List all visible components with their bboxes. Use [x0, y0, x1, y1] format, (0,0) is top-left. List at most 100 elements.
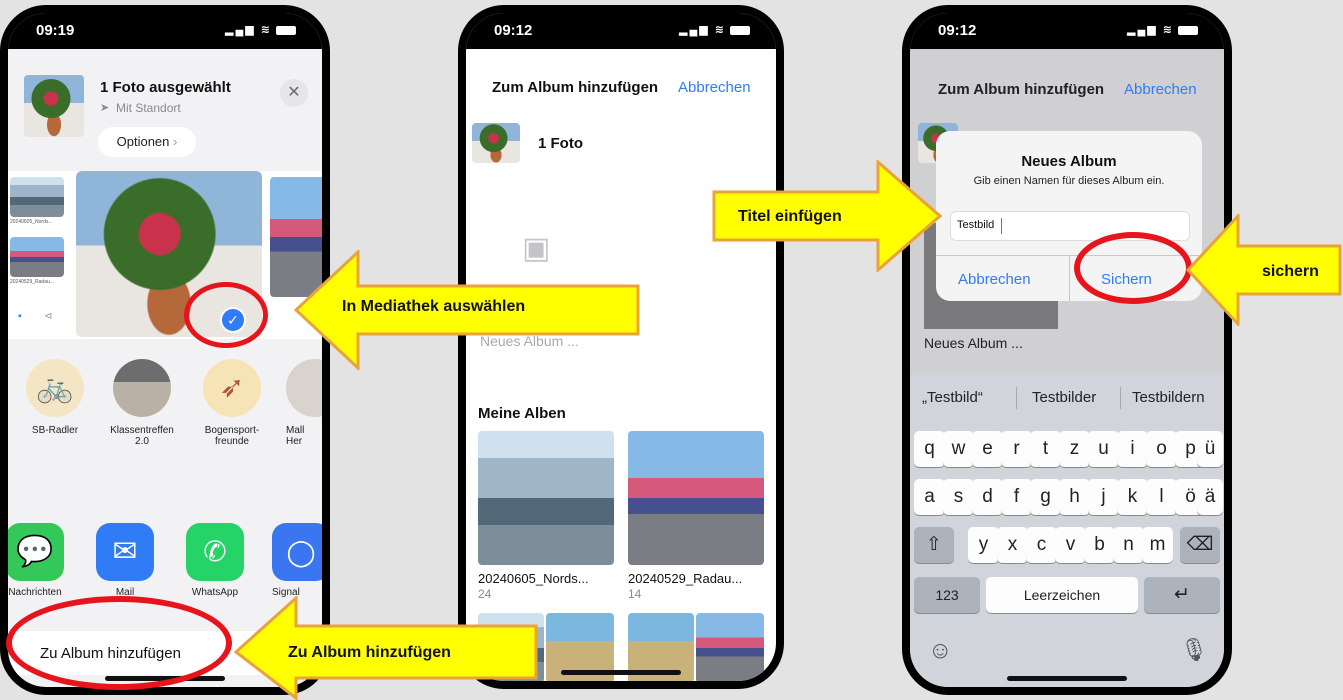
album-item[interactable]: 20240529_Radau... 14 — [628, 431, 764, 601]
space-key[interactable]: Leerzeichen — [986, 577, 1138, 613]
key-r[interactable]: r — [1001, 431, 1032, 467]
suggestion-divider — [1016, 387, 1017, 409]
key-b[interactable]: b — [1084, 527, 1115, 563]
signal-wifi-battery-icon: ▂▄▆ ≋ — [225, 23, 296, 36]
key-v[interactable]: v — [1055, 527, 1086, 563]
album-cover[interactable] — [696, 613, 764, 681]
contact-name: SB-Radler — [31, 425, 79, 436]
key-d[interactable]: d — [972, 479, 1003, 515]
key-k[interactable]: k — [1117, 479, 1148, 515]
home-indicator — [561, 670, 681, 675]
suggestion-item[interactable]: „Testbild“ — [922, 389, 983, 406]
photo-thumbnail-label: 20240605_Nords... — [10, 219, 53, 225]
key-n[interactable]: n — [1113, 527, 1144, 563]
status-time: 09:12 — [938, 22, 977, 39]
key-x[interactable]: x — [997, 527, 1028, 563]
status-time: 09:12 — [494, 22, 533, 39]
highlight-ring — [6, 596, 232, 690]
key-g[interactable]: g — [1030, 479, 1061, 515]
contacts-row: 🚲 SB-Radler Klassentreffen 2.0 ➶ Bogensp… — [8, 353, 322, 493]
shift-key-icon[interactable]: ⇧ — [914, 527, 954, 563]
app-name: Nachrichten — [8, 587, 62, 598]
photo-thumbnail[interactable] — [10, 177, 64, 217]
key-w[interactable]: w — [943, 431, 974, 467]
key-j[interactable]: j — [1088, 479, 1119, 515]
dialog-divider — [1069, 255, 1070, 301]
key-m[interactable]: m — [1142, 527, 1173, 563]
backspace-key-icon[interactable]: ⌫ — [1180, 527, 1220, 563]
numbers-key[interactable]: 123 — [914, 577, 980, 613]
key-a[interactable]: a — [914, 479, 945, 515]
suggestion-item[interactable]: Testbilder — [1032, 389, 1096, 406]
new-album-label: Neues Album ... — [924, 335, 1023, 351]
key-h[interactable]: h — [1059, 479, 1090, 515]
contact-item[interactable]: Mall Her — [286, 359, 322, 479]
home-indicator — [1007, 676, 1127, 681]
album-count: 14 — [628, 587, 642, 601]
album-name: 20240529_Radau... — [628, 571, 743, 586]
signal-wifi-battery-icon: ▂▄▆ ≋ — [1127, 23, 1198, 36]
bow-arrow-avatar-icon: ➶ — [203, 359, 261, 417]
signal-app-icon: ◯ — [272, 523, 322, 581]
key-y[interactable]: y — [968, 527, 999, 563]
album-item[interactable]: 20240605_Nords... 24 — [478, 431, 614, 601]
photo-thumbnail[interactable] — [10, 237, 64, 277]
status-time: 09:19 — [36, 22, 75, 39]
dialog-cancel-button[interactable]: Abbrechen — [958, 271, 1031, 288]
share-title: 1 Foto ausgewählt — [100, 79, 231, 96]
callout-label: In Mediathek auswählen — [342, 298, 526, 315]
bicycle-avatar-icon: 🚲 — [26, 359, 84, 417]
contact-item[interactable]: Klassentreffen 2.0 — [104, 359, 180, 479]
location-icon: ➤ — [100, 102, 110, 114]
section-title: Meine Alben — [478, 405, 566, 422]
return-key-icon[interactable]: ↵ — [1144, 577, 1220, 613]
key-u[interactable]: u — [1088, 431, 1119, 467]
share-subtitle: Mit Standort — [116, 101, 181, 115]
key-e[interactable]: e — [972, 431, 1003, 467]
key-i[interactable]: i — [1117, 431, 1148, 467]
suggestion-divider — [1120, 387, 1121, 409]
selected-photo-thumbnail — [24, 75, 84, 137]
callout-label: Titel einfügen — [738, 208, 842, 225]
key-o[interactable]: o — [1146, 431, 1177, 467]
photo-count: 1 Foto — [538, 135, 583, 152]
close-icon[interactable]: ✕ — [280, 79, 308, 107]
photo-strip: 20240605_Nords... 20240529_Radau... ▪ ⊲ … — [8, 171, 322, 339]
microphone-icon[interactable]: 🎙 — [1180, 637, 1208, 663]
options-button[interactable]: Optionen › — [98, 127, 196, 157]
app-item[interactable]: ◯ Signal — [272, 523, 322, 598]
callout-label: Zu Album hinzufügen — [288, 644, 451, 661]
share-sheet-screen: 09:19 ▂▄▆ ≋ 1 Foto ausgewählt ➤ Mit Stan… — [8, 13, 322, 687]
library-tab-icon[interactable]: ▪ — [18, 311, 22, 322]
key-t[interactable]: t — [1030, 431, 1061, 467]
key-s[interactable]: s — [943, 479, 974, 515]
contact-name: Mall Her — [286, 425, 305, 447]
contact-name: Bogensport- freunde — [204, 425, 260, 447]
key-ae[interactable]: ä — [1197, 479, 1223, 515]
highlight-ring — [1074, 232, 1192, 304]
key-ue[interactable]: ü — [1197, 431, 1223, 467]
emoji-icon[interactable]: ☺ — [928, 637, 953, 665]
app-item[interactable]: ✆ WhatsApp — [180, 523, 250, 598]
suggestion-item[interactable]: Testbildern — [1132, 389, 1205, 406]
album-cover — [628, 431, 764, 565]
key-z[interactable]: z — [1059, 431, 1090, 467]
app-item[interactable]: 💬 Nachrichten — [8, 523, 70, 598]
key-l[interactable]: l — [1146, 479, 1177, 515]
group-avatar-icon — [113, 359, 171, 417]
key-c[interactable]: c — [1026, 527, 1057, 563]
key-q[interactable]: q — [914, 431, 945, 467]
app-item[interactable]: ✉ Mail — [90, 523, 160, 598]
cancel-button[interactable]: Abbrechen — [678, 79, 751, 96]
album-name: 20240605_Nords... — [478, 571, 589, 586]
dialog-message: Gib einen Namen für dieses Album ein. — [973, 175, 1165, 187]
cancel-button[interactable]: Abbrechen — [1124, 81, 1197, 98]
albums-tab-icon[interactable]: ⊲ — [44, 311, 52, 322]
album-cover — [478, 431, 614, 565]
contact-item[interactable]: ➶ Bogensport- freunde — [194, 359, 270, 479]
status-bar: 09:12 ▂▄▆ ≋ — [910, 13, 1224, 49]
photo-thumbnail-label: 20240529_Radau... — [10, 279, 54, 285]
key-f[interactable]: f — [1001, 479, 1032, 515]
contact-item[interactable]: 🚲 SB-Radler — [20, 359, 90, 479]
signal-wifi-battery-icon: ▂▄▆ ≋ — [679, 23, 750, 36]
